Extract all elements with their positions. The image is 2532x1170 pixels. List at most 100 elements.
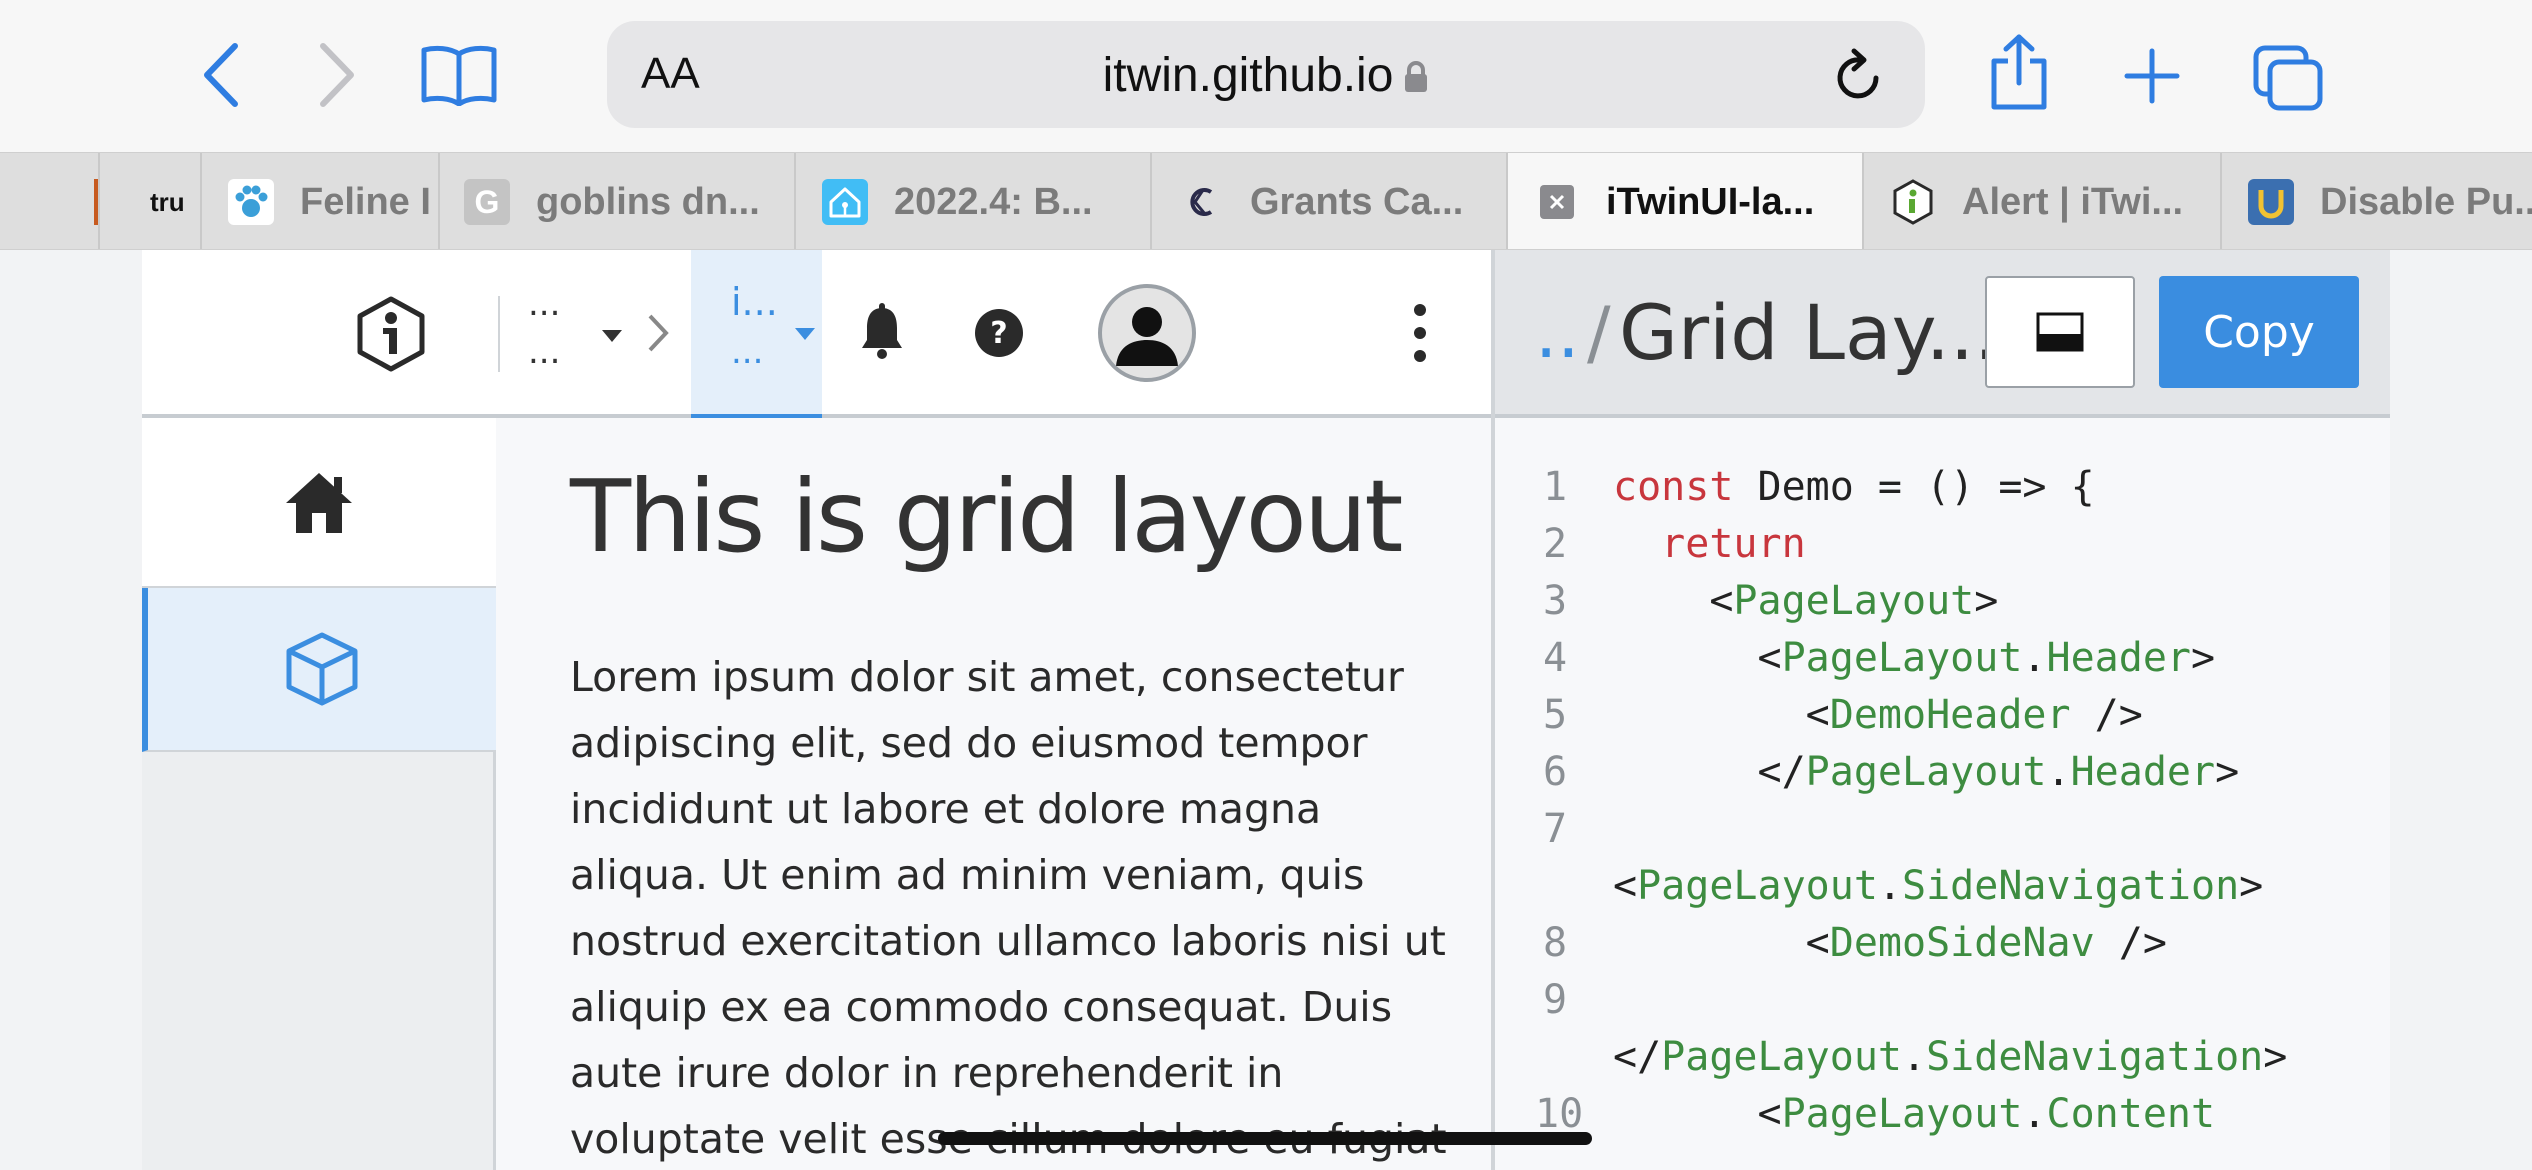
user-icon bbox=[1116, 307, 1178, 366]
u-logo-icon bbox=[2248, 179, 2294, 225]
sidebar-item-grid-active[interactable] bbox=[142, 588, 496, 752]
code-text: </PageLayout.Header> bbox=[1613, 749, 2239, 795]
lock-icon bbox=[1403, 51, 1429, 106]
new-tab-button[interactable] bbox=[2120, 44, 2184, 108]
line-number: 1 bbox=[1542, 464, 1568, 510]
tab-8[interactable]: Disable Pu... bbox=[2222, 153, 2532, 249]
share-button[interactable] bbox=[1986, 30, 2052, 116]
code-text: <PageLayout.Header> bbox=[1613, 635, 2215, 681]
help-icon: ? bbox=[975, 309, 1023, 357]
code-text: return bbox=[1613, 521, 1806, 567]
code-tag: SideNavigation bbox=[1926, 1034, 2264, 1080]
active-crumb-text-top: i... bbox=[731, 280, 778, 324]
bookmarks-button[interactable] bbox=[418, 38, 500, 112]
breadcrumb-separator: / bbox=[1587, 292, 1611, 374]
tab-3[interactable]: G goblins dn... bbox=[440, 153, 796, 249]
code-punct: > bbox=[2239, 863, 2264, 909]
app-logo[interactable] bbox=[356, 296, 426, 372]
sidebar-item-home[interactable] bbox=[142, 418, 496, 588]
url-display[interactable]: itwin.github.io bbox=[607, 48, 1925, 106]
code-block[interactable]: 1 const Demo = () => {2 return 3 <PageLayo… bbox=[1495, 464, 2390, 1164]
story-title: Grid Lay... bbox=[1619, 288, 1999, 377]
parent-link[interactable]: .. bbox=[1535, 292, 1580, 374]
more-vertical-icon bbox=[1414, 304, 1426, 362]
user-avatar-button[interactable] bbox=[1098, 284, 1196, 382]
line-number: 10 bbox=[1535, 1091, 1584, 1137]
active-crumb-text-bottom: ... bbox=[731, 332, 764, 372]
code-tag: Header bbox=[2070, 749, 2216, 795]
code-text: <PageLayout.SideNavigation> bbox=[1613, 863, 2263, 909]
line-number: 2 bbox=[1542, 521, 1568, 567]
help-button[interactable]: ? bbox=[974, 308, 1024, 358]
tab-4[interactable]: 2022.4: B... bbox=[796, 153, 1152, 249]
share-icon bbox=[1991, 34, 2047, 110]
code-punct: . bbox=[2046, 749, 2071, 795]
copy-button[interactable]: Copy bbox=[2159, 276, 2359, 388]
trutv-icon: tru bbox=[150, 186, 185, 217]
code-text: <PageLayout.Content bbox=[1613, 1091, 2215, 1137]
page-title: This is grid layout bbox=[570, 458, 1403, 575]
code-punct: < bbox=[1613, 920, 1830, 966]
tab-1[interactable]: tru bbox=[100, 153, 202, 249]
code-text: <DemoSideNav /> bbox=[1613, 920, 2167, 966]
home-icon bbox=[286, 473, 352, 533]
notifications-button[interactable] bbox=[858, 302, 908, 362]
web-page: ... ... i... ... ? This is grid layout L… bbox=[0, 250, 2532, 1170]
code-viewer-pane: .. / Grid Lay... Copy 1 const Demo = () =… bbox=[1491, 250, 2390, 1170]
code-punct: . bbox=[1902, 1034, 1927, 1080]
forward-button[interactable] bbox=[306, 36, 368, 114]
home-indicator[interactable] bbox=[938, 1132, 1592, 1145]
tab-overview-button[interactable] bbox=[2250, 42, 2326, 114]
code-tag: DemoHeader bbox=[1829, 692, 2071, 738]
code-punct: > bbox=[2191, 635, 2216, 681]
code-punct: < bbox=[1613, 863, 1638, 909]
tab-7[interactable]: Alert | iTwi... bbox=[1864, 153, 2222, 249]
code-punct: > bbox=[2263, 1034, 2288, 1080]
cube-icon bbox=[286, 632, 358, 706]
code-punct: > bbox=[1974, 578, 1999, 624]
tab-5[interactable]: Grants Ca... bbox=[1152, 153, 1508, 249]
tab-6-active[interactable]: iTwinUI-la... bbox=[1508, 153, 1864, 249]
code-keyword: return bbox=[1661, 521, 1806, 567]
breadcrumb-active-dropdown[interactable]: i... ... bbox=[691, 250, 822, 418]
panel-bottom-icon bbox=[2036, 312, 2084, 352]
breadcrumb-dropdown[interactable]: ... ... bbox=[528, 274, 658, 394]
home-assistant-icon bbox=[822, 179, 868, 225]
panel-layout-toggle-button[interactable] bbox=[1985, 276, 2135, 388]
code-tag: PageLayout bbox=[1661, 1034, 1902, 1080]
reload-button[interactable] bbox=[1829, 45, 1891, 107]
url-text: itwin.github.io bbox=[1102, 49, 1394, 102]
close-tab-icon[interactable] bbox=[1540, 185, 1574, 219]
code-punct: > bbox=[2215, 749, 2240, 795]
back-button[interactable] bbox=[190, 36, 252, 114]
more-menu-button[interactable] bbox=[1410, 302, 1430, 364]
bookmarks-icon bbox=[421, 45, 497, 106]
tab-0[interactable] bbox=[0, 153, 100, 249]
code-tag: PageLayout bbox=[1637, 863, 1878, 909]
code-punct: . bbox=[1877, 863, 1903, 909]
code-punct: /> bbox=[2094, 920, 2167, 966]
header-divider bbox=[498, 296, 500, 372]
address-bar[interactable]: AA itwin.github.io bbox=[607, 21, 1925, 128]
tab-label: goblins dn... bbox=[536, 180, 760, 223]
tab-2[interactable]: Feline I bbox=[202, 153, 440, 249]
tab-label: Alert | iTwi... bbox=[1962, 180, 2184, 223]
code-tag: PageLayout bbox=[1781, 1091, 2023, 1137]
tab-label: iTwinUI-la... bbox=[1606, 180, 1815, 223]
code-tag: PageLayout bbox=[1805, 749, 2047, 795]
code-tag: SideNavigation bbox=[1902, 863, 2240, 909]
demo-content-area: This is grid layout Lorem ipsum dolor si… bbox=[496, 418, 1491, 1170]
browser-toolbar: AA itwin.github.io bbox=[0, 0, 2532, 152]
line-number: 3 bbox=[1542, 578, 1568, 624]
caret-down-icon bbox=[795, 328, 815, 340]
lorem-paragraph: Lorem ipsum dolor sit amet, consectetur … bbox=[570, 653, 1447, 1163]
back-icon bbox=[204, 43, 238, 107]
line-number: 4 bbox=[1542, 635, 1568, 681]
code-punct: < bbox=[1613, 692, 1830, 738]
demo-app-header: ... ... i... ... ? bbox=[142, 250, 1491, 418]
code-punct bbox=[1613, 521, 1661, 567]
new-tab-icon bbox=[2124, 48, 2180, 104]
code-punct: Demo = () => { bbox=[1733, 464, 2095, 510]
code-keyword: const bbox=[1613, 464, 1734, 510]
forward-icon bbox=[320, 43, 354, 107]
